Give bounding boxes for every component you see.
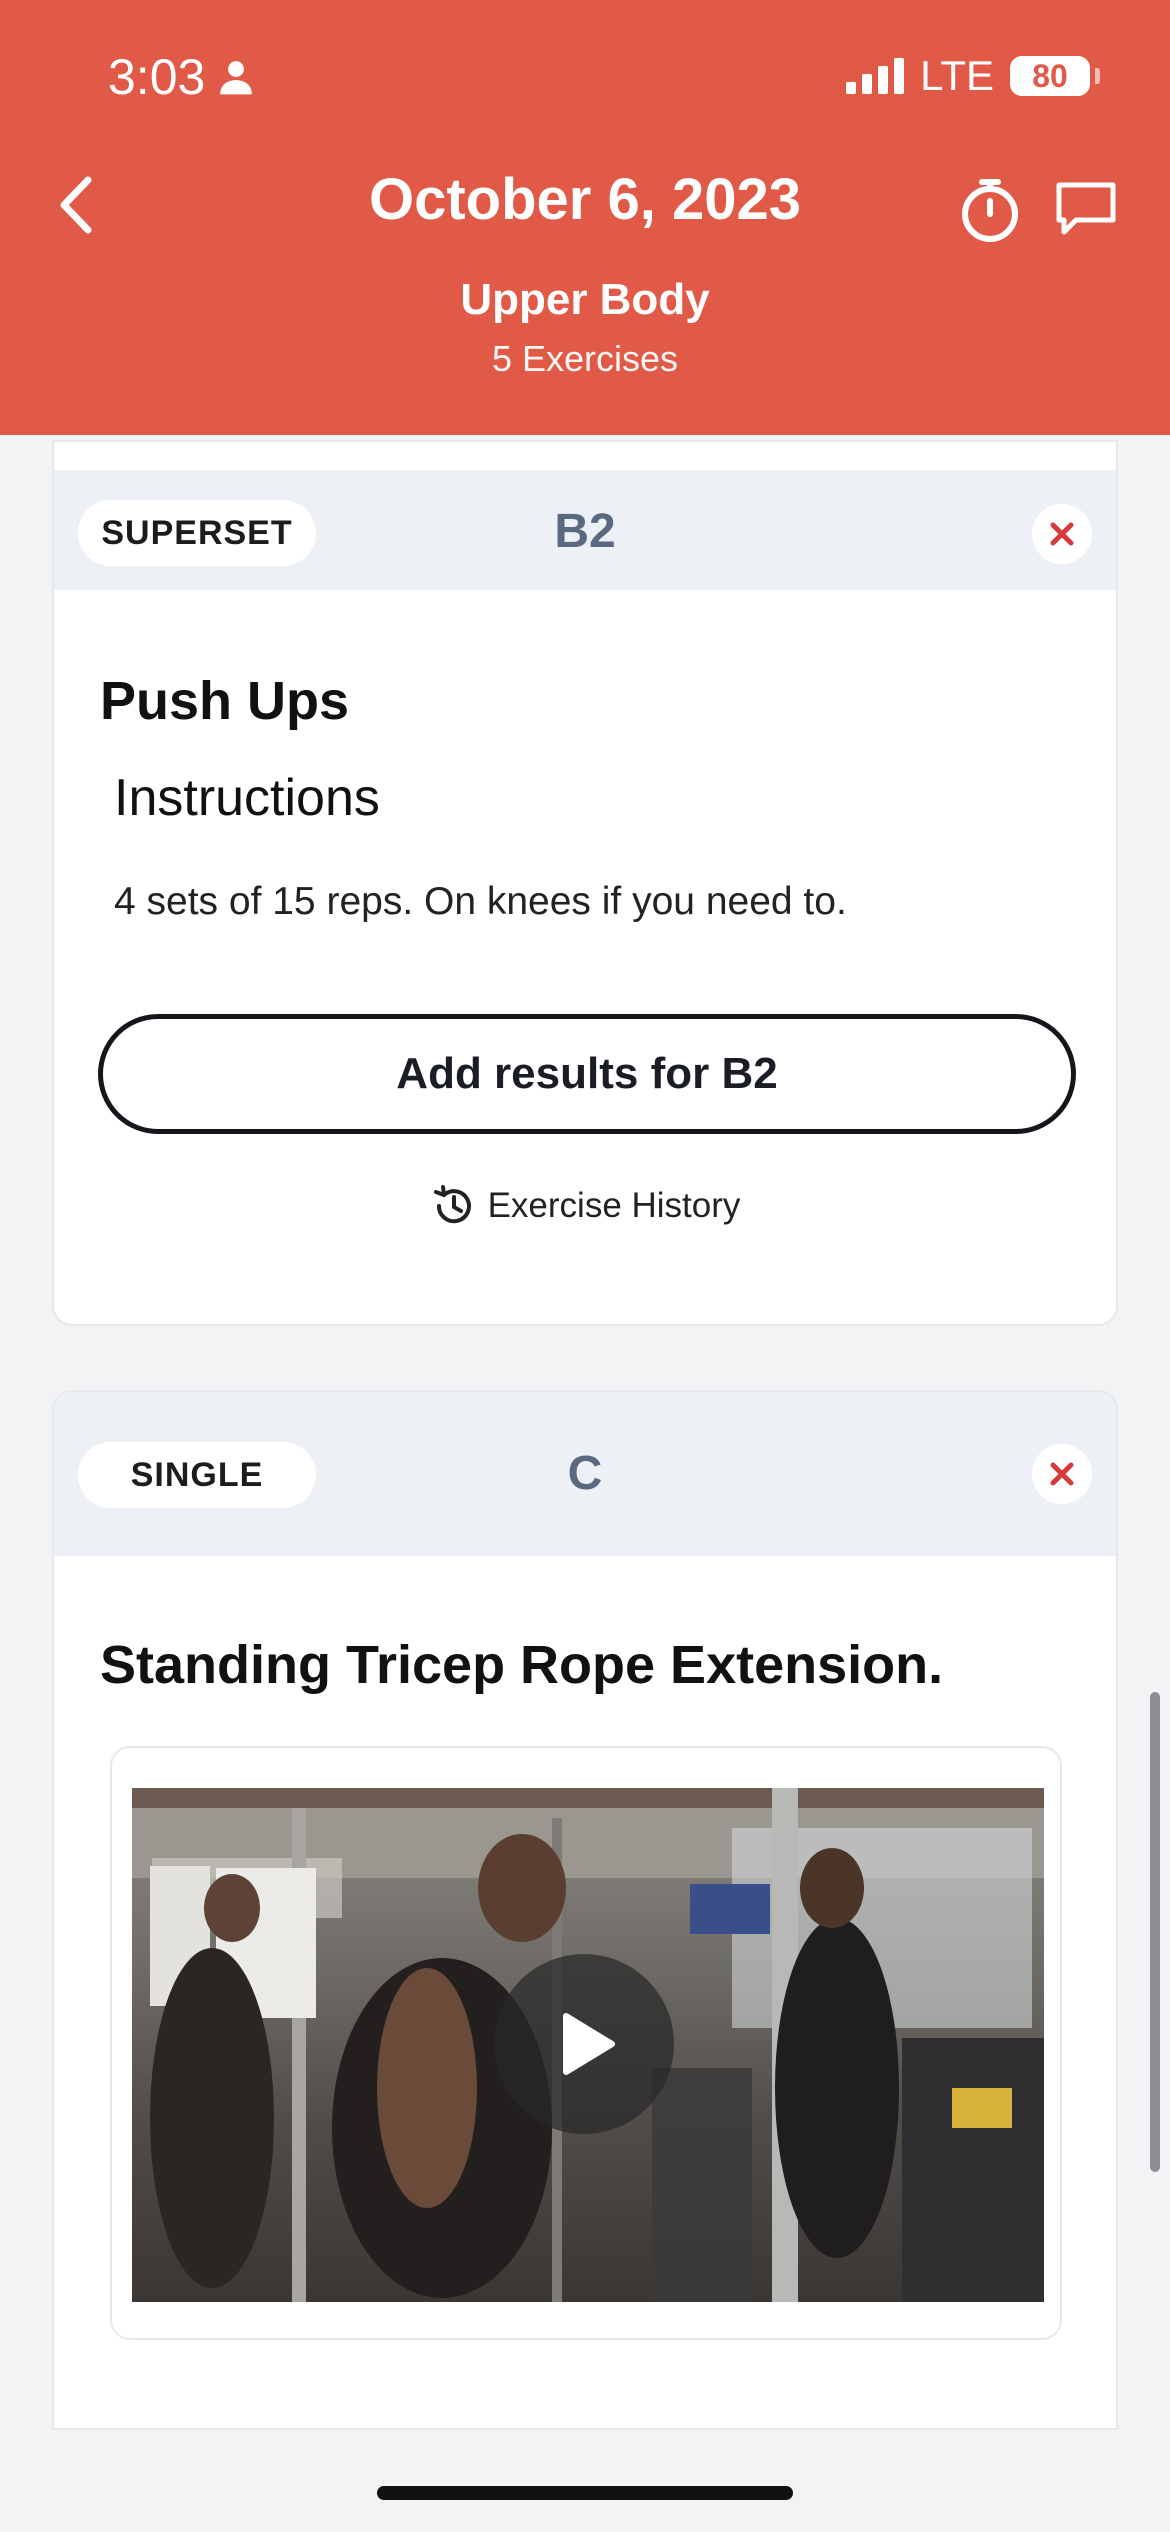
exercise-group-label: B2 (554, 505, 616, 558)
home-indicator[interactable] (377, 2486, 793, 2500)
card-header: SUPERSET B2 (54, 470, 1116, 590)
exercise-count: 5 Exercises (491, 338, 679, 379)
exercise-card-c: SINGLE C Standing Tricep Rope Extension. (52, 1390, 1118, 2430)
close-icon (1050, 522, 1074, 546)
app-header: 3:03 LTE 80 October 6, 2023 Upper Body 5… (0, 0, 1170, 435)
card-header: SINGLE C (54, 1392, 1116, 1556)
remove-exercise-button[interactable] (1032, 1444, 1092, 1504)
stopwatch-icon[interactable] (958, 176, 1022, 244)
person-icon (220, 61, 253, 95)
exercise-name: Push Ups (100, 671, 350, 731)
add-results-button[interactable]: Add results for B2 (98, 1014, 1076, 1134)
exercise-group-label: C (567, 1447, 603, 1500)
status-bar-right: LTE 80 (846, 52, 1100, 100)
exercise-card-b2: SUPERSET B2 Push Ups Instructions 4 sets… (52, 440, 1118, 1326)
exercise-video-card (110, 1746, 1062, 2340)
exercise-video-thumbnail[interactable] (132, 1788, 1044, 2302)
instructions-heading: Instructions (114, 769, 380, 827)
workout-name: Upper Body (460, 275, 710, 324)
battery-indicator: 80 (1010, 56, 1100, 96)
play-video-button[interactable] (494, 1954, 674, 2134)
scrollbar[interactable] (1150, 1692, 1160, 2172)
exercise-history-link[interactable]: Exercise History (54, 1182, 1116, 1230)
play-icon (563, 2013, 615, 2075)
exercise-name: Standing Tricep Rope Extension. (100, 1635, 944, 1695)
close-icon (1050, 1462, 1074, 1486)
history-icon (433, 1185, 471, 1224)
chat-icon[interactable] (1054, 180, 1118, 238)
network-type: LTE (920, 52, 994, 99)
remove-exercise-button[interactable] (1032, 504, 1092, 564)
instructions-text: 4 sets of 15 reps. On knees if you need … (114, 880, 847, 923)
status-bar-time: 3:03 (108, 48, 255, 106)
signal-icon (846, 58, 905, 94)
